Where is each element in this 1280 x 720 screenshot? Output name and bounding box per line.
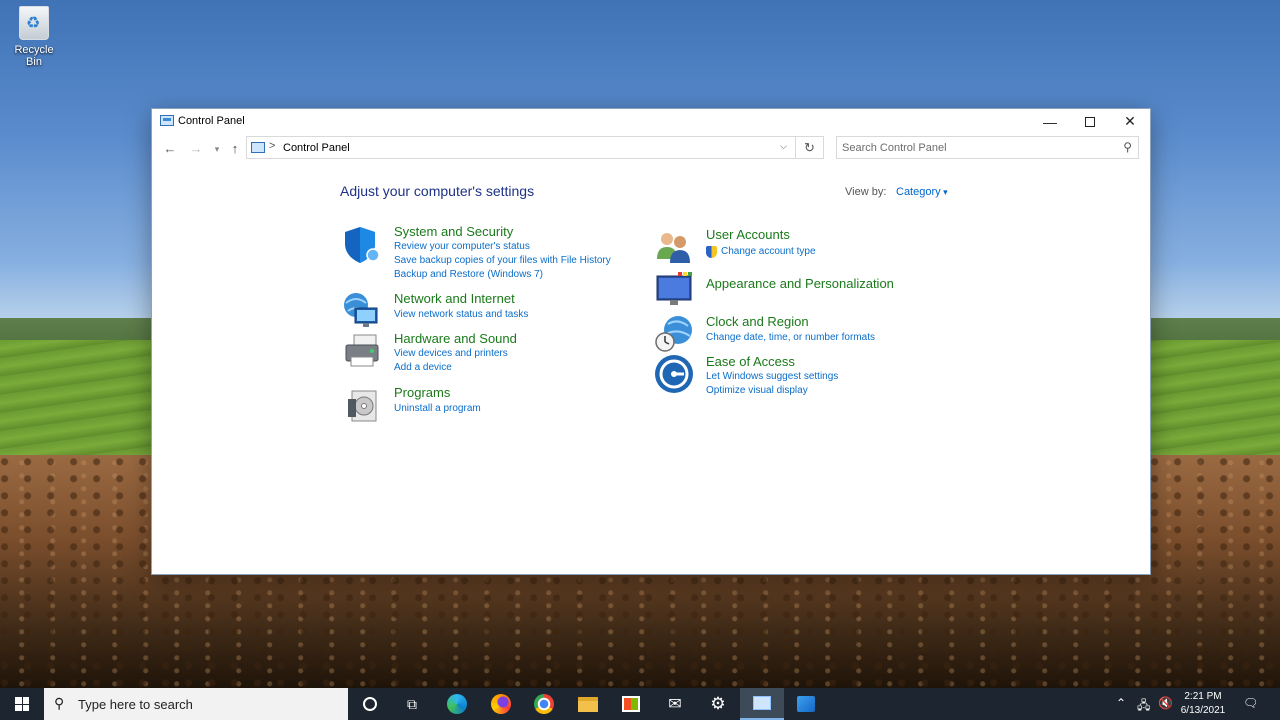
taskbar-search-box[interactable]: ⚲ Type here to search [44,688,348,720]
category-link[interactable]: Add a device [394,362,452,373]
address-bar[interactable]: > Control Panel ⌵ [246,136,796,159]
breadcrumb[interactable]: Control Panel [283,142,350,154]
chrome-icon [534,694,554,714]
chevron-up-icon[interactable]: ⌃ [1116,696,1126,710]
maximize-button[interactable] [1070,109,1110,134]
up-arrow-icon[interactable]: ↑ [226,141,244,156]
category-link[interactable]: Change date, time, or number formats [706,332,875,343]
settings-icon: ⚙ [710,694,726,713]
category-link[interactable]: Save backup copies of your files with Fi… [394,255,611,266]
programs-disc-icon[interactable] [342,385,382,425]
cortana-icon [363,697,377,711]
store-icon [622,696,640,712]
recycle-bin[interactable]: Recycle Bin [6,6,62,68]
taskbar-search-text: Type here to search [78,697,193,712]
window-title: Control Panel [178,115,245,127]
control-panel-icon [251,142,265,153]
category-title[interactable]: Programs [394,385,450,400]
close-button[interactable]: ✕ [1110,109,1150,134]
mail-icon: ✉ [668,696,682,713]
recycle-bin-label: Recycle Bin [14,44,54,68]
close-icon: ✕ [1124,113,1136,129]
category-title[interactable]: Appearance and Personalization [706,276,894,291]
category-link[interactable]: Backup and Restore (Windows 7) [394,269,543,280]
category-link[interactable]: View network status and tasks [394,309,528,320]
category-title[interactable]: Hardware and Sound [394,331,517,346]
edge-button[interactable] [435,688,479,720]
file-explorer-button[interactable] [566,688,610,720]
category-link[interactable]: View devices and printers [394,348,508,359]
system-clock[interactable]: 2:21 PM 6/13/2021 [1172,690,1234,718]
task-view-button[interactable]: ⧉ [390,688,434,720]
category-title[interactable]: User Accounts [706,227,790,242]
users-icon[interactable] [654,227,694,267]
control-panel-icon [160,115,174,126]
view-by-dropdown[interactable]: Category [896,186,948,198]
view-by-label: View by: [845,186,887,198]
category-title[interactable]: Network and Internet [394,291,515,306]
breadcrumb-separator-icon: > [269,140,276,152]
navigation-bar: ← → ▾ ↑ > Control Panel ⌵ ↻ ⚲ [152,134,1150,164]
azure-data-studio-button[interactable] [784,688,828,720]
control-panel-window: Control Panel — ✕ ← → ▾ ↑ > Control Pane… [151,108,1151,575]
forward-arrow-icon[interactable]: → [187,141,205,156]
maximize-icon [1085,116,1095,127]
refresh-button[interactable]: ↻ [796,136,824,159]
ease-of-access-icon[interactable] [654,354,694,394]
appearance-monitor-icon[interactable] [654,270,694,310]
refresh-icon: ↻ [804,140,815,155]
mail-button[interactable]: ✉ [653,688,697,720]
network-icon[interactable]: 🖧 [1137,696,1150,717]
chrome-button[interactable] [522,688,566,720]
shield-icon[interactable] [342,224,382,264]
minimize-icon: — [1043,113,1057,130]
cortana-button[interactable] [348,688,392,720]
back-arrow-icon[interactable]: ← [161,141,179,156]
chevron-down-icon[interactable]: ⌵ [780,141,787,152]
clock-globe-icon[interactable] [654,314,694,354]
start-button[interactable] [0,688,44,720]
edge-icon [447,694,467,714]
windows-logo-icon [15,697,29,711]
category-link[interactable]: Review your computer's status [394,241,530,252]
search-icon: ⚲ [54,695,65,711]
store-button[interactable] [609,688,653,720]
category-link[interactable]: Optimize visual display [706,385,808,396]
control-panel-taskbar-button[interactable] [740,688,784,720]
file-explorer-icon [578,696,598,712]
uac-shield-icon [706,246,717,258]
search-box[interactable]: ⚲ [836,136,1139,159]
printer-icon[interactable] [342,331,382,371]
volume-muted-icon[interactable]: 🔇 [1158,696,1173,710]
search-icon[interactable]: ⚲ [1123,140,1132,154]
page-title: Adjust your computer's settings [340,183,535,199]
search-input[interactable] [842,137,1112,158]
title-bar[interactable]: Control Panel — ✕ [152,109,1150,134]
settings-button[interactable]: ⚙ [696,688,740,720]
network-globe-icon[interactable] [342,291,382,331]
notifications-icon[interactable]: 🗨 [1243,696,1258,710]
firefox-button[interactable] [479,688,523,720]
category-link[interactable]: Uninstall a program [394,403,481,414]
recent-locations-chevron-icon[interactable]: ▾ [208,144,226,155]
clock-time: 2:21 PM [1184,691,1222,702]
category-title[interactable]: System and Security [394,224,513,239]
clock-date: 6/13/2021 [1180,705,1226,716]
minimize-button[interactable]: — [1030,109,1070,134]
recycle-bin-icon [19,6,49,40]
azure-data-studio-icon [797,696,815,712]
control-panel-icon [753,696,771,710]
category-link[interactable]: Let Windows suggest settings [706,371,838,382]
taskbar: ⚲ Type here to search ⧉ ✉ ⚙ ⌃ 🖧 🔇 2:21 P… [0,688,1280,720]
category-title[interactable]: Clock and Region [706,314,809,329]
category-title[interactable]: Ease of Access [706,354,795,369]
task-view-icon: ⧉ [407,695,417,712]
category-link[interactable]: Change account type [721,246,816,257]
firefox-icon [491,694,511,714]
